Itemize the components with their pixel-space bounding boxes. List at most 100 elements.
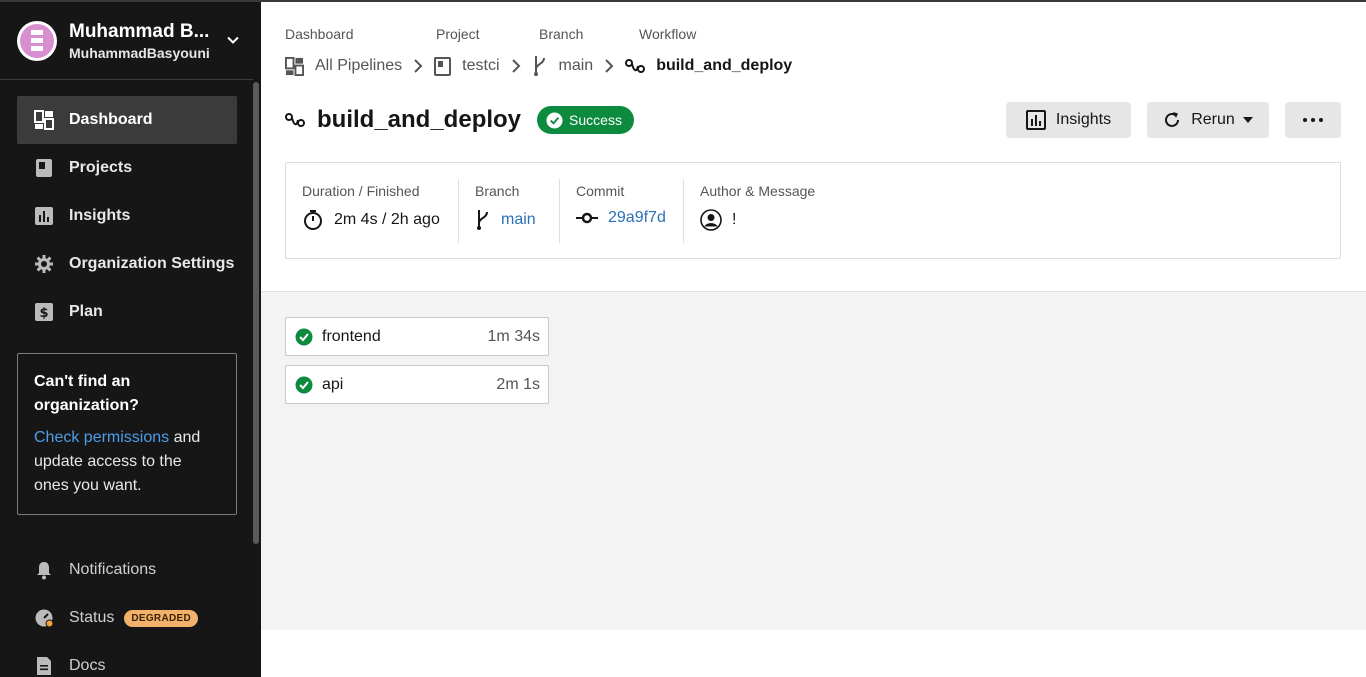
sidebar-item-notifications[interactable]: Notifications: [17, 546, 237, 594]
chevron-down-icon[interactable]: [225, 32, 241, 48]
sidebar-nav: Dashboard Projects Insights Organization…: [0, 96, 261, 336]
sidebar-item-label: Organization Settings: [69, 255, 235, 272]
sidebar-item-label: Status: [69, 609, 115, 626]
workflow-header: build_and_deploy Success: [285, 102, 634, 138]
dashboard-icon: [285, 56, 304, 76]
check-circle-icon: [295, 328, 313, 345]
status-badge: Success: [537, 106, 634, 134]
sidebar-item-plan[interactable]: $ Plan: [17, 288, 237, 336]
duration-value: 2m 4s / 2h ago: [334, 211, 440, 228]
check-permissions-link[interactable]: Check permissions: [34, 429, 169, 446]
insights-button[interactable]: Insights: [1006, 102, 1131, 138]
chevron-right-icon: [511, 59, 521, 73]
workflow-summary-card: Duration / Finished 2m 4s / 2h ago Branc…: [285, 162, 1341, 259]
status-badge: DEGRADED: [124, 609, 198, 627]
workflow-icon: [625, 59, 646, 73]
workflow-graph: frontend 1m 34s api 2m 1s: [261, 291, 1366, 630]
sidebar-item-dashboard[interactable]: Dashboard: [17, 96, 237, 144]
sidebar-item-label: Dashboard: [69, 111, 153, 128]
branch-section: Branch main: [458, 179, 536, 243]
svg-text:$: $: [39, 306, 48, 321]
commit-section: Commit 29a9f7d: [559, 179, 666, 243]
more-horizontal-icon: [1303, 118, 1323, 122]
crumb-label-branch: Branch: [539, 26, 584, 42]
crumb-text: build_and_deploy: [656, 57, 793, 74]
crumb-label-dashboard: Dashboard: [285, 26, 354, 42]
crumb-text: testci: [462, 57, 500, 74]
sidebar-item-projects[interactable]: Projects: [17, 144, 237, 192]
workflow-icon: [285, 113, 305, 127]
sidebar-item-label: Projects: [69, 159, 133, 176]
job-duration: 1m 34s: [487, 327, 540, 345]
user-avatar-icon: [700, 209, 722, 231]
check-circle-icon: [295, 376, 313, 393]
crumb-branch[interactable]: main: [532, 55, 594, 77]
job-duration: 2m 1s: [496, 375, 540, 393]
rerun-button-label: Rerun: [1191, 111, 1235, 128]
dollar-icon: $: [34, 302, 54, 322]
branch-label: Branch: [475, 183, 520, 199]
dashboard-icon: [34, 110, 54, 130]
rerun-button[interactable]: Rerun: [1147, 102, 1269, 138]
author-section: Author & Message !: [683, 179, 815, 243]
sidebar-item-insights[interactable]: Insights: [17, 192, 237, 240]
commit-label: Commit: [576, 183, 625, 199]
commit-message: !: [732, 211, 737, 228]
crumb-workflow[interactable]: build_and_deploy: [625, 57, 792, 75]
commit-link[interactable]: 29a9f7d: [608, 209, 666, 227]
check-circle-icon: [546, 111, 563, 129]
crumb-text: main: [558, 57, 594, 74]
commit-icon: [576, 212, 598, 224]
breadcrumb: All Pipelines testci main build_and_depl…: [285, 52, 792, 80]
gear-icon: [34, 254, 54, 274]
refresh-icon: [1165, 112, 1180, 127]
user-handle: MuhammadBasyouni: [69, 44, 210, 61]
avatar: [17, 20, 57, 61]
sidebar-item-label: Plan: [69, 303, 103, 320]
job-name: api: [322, 375, 344, 393]
duration-section: Duration / Finished 2m 4s / 2h ago: [302, 179, 440, 243]
chevron-right-icon: [604, 59, 614, 73]
sidebar-item-status[interactable]: Status DEGRADED: [17, 594, 237, 642]
crumb-project[interactable]: testci: [434, 56, 500, 76]
caret-down-icon: [1242, 117, 1253, 123]
crumb-all-pipelines[interactable]: All Pipelines: [285, 56, 403, 76]
sidebar-bottom-nav: Notifications Status DEGRADED Docs: [17, 546, 237, 677]
branch-icon: [533, 56, 545, 76]
author-label: Author & Message: [700, 183, 816, 199]
page-title: build_and_deploy: [317, 106, 522, 133]
user-name: Muhammad B...: [69, 20, 210, 42]
duration-label: Duration / Finished: [302, 183, 420, 199]
branch-link[interactable]: main: [501, 211, 536, 229]
sidebar: Muhammad B... MuhammadBasyouni Dashboard…: [0, 0, 261, 677]
more-options-button[interactable]: [1285, 102, 1341, 138]
timer-icon: [304, 210, 322, 230]
sidebar-item-label: Docs: [69, 657, 106, 674]
org-switcher[interactable]: Muhammad B... MuhammadBasyouni: [0, 2, 253, 80]
sidebar-item-label: Insights: [69, 207, 131, 224]
org-permissions-card: Can't find an organization? Check permis…: [17, 353, 237, 515]
insights-icon: [1025, 110, 1046, 130]
crumb-label-workflow: Workflow: [639, 26, 697, 42]
document-icon: [34, 656, 54, 676]
status-gauge-icon: [34, 608, 54, 628]
job-api[interactable]: api 2m 1s: [285, 365, 549, 404]
bell-icon: [34, 560, 54, 580]
crumb-text: All Pipelines: [315, 57, 403, 74]
insights-icon: [34, 206, 54, 226]
sidebar-item-docs[interactable]: Docs: [17, 642, 237, 677]
status-text: Success: [569, 112, 622, 128]
main-content: Dashboard Project Branch Workflow All Pi…: [261, 0, 1366, 677]
job-frontend[interactable]: frontend 1m 34s: [285, 317, 549, 356]
project-icon: [434, 56, 452, 76]
crumb-label-project: Project: [436, 26, 480, 42]
promo-body: Check permissions and update access to t…: [34, 426, 220, 498]
chevron-right-icon: [413, 59, 423, 73]
insights-button-label: Insights: [1055, 111, 1112, 128]
promo-title: Can't find an organization?: [34, 373, 139, 414]
sidebar-scrollbar[interactable]: [253, 82, 259, 544]
job-name: frontend: [322, 327, 381, 345]
project-icon: [34, 158, 54, 178]
sidebar-item-label: Notifications: [69, 561, 157, 578]
sidebar-item-organization-settings[interactable]: Organization Settings: [17, 240, 237, 288]
